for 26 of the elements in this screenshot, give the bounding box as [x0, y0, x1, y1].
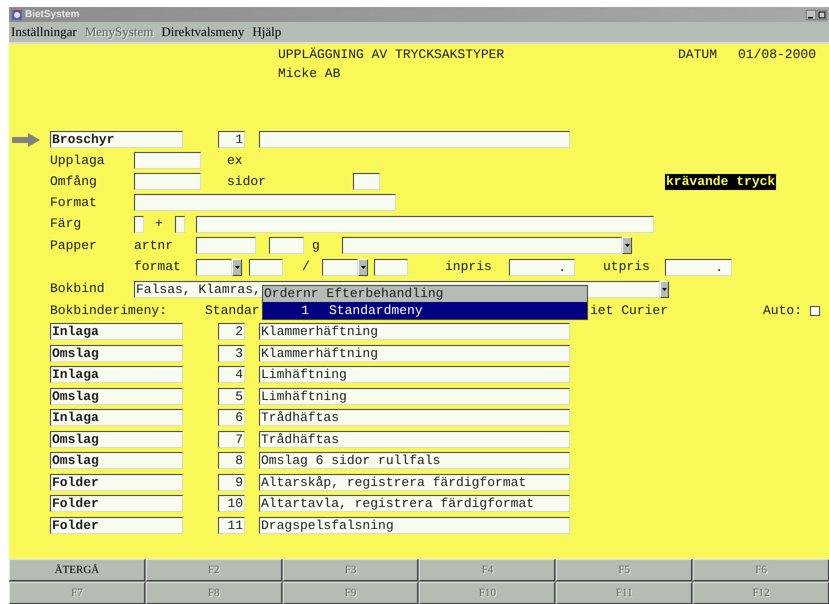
unit-label: sidor [227, 172, 268, 191]
field-label: Omfång [50, 172, 98, 191]
field-label: artnr [134, 236, 174, 255]
field-label: Färg [50, 215, 82, 234]
field-label: inpris [445, 258, 493, 276]
warning-badge: krävande tryck [665, 174, 776, 190]
field-label: Upplaga [50, 152, 106, 170]
field-label: DATUM [678, 46, 718, 64]
field-label: Bokbinderimeny: [50, 302, 168, 320]
field-label: format [134, 258, 182, 276]
window-title: BietSystem [25, 10, 80, 20]
field-label: Papper [50, 236, 98, 255]
slash-separator: / [302, 258, 311, 276]
list-header: Ordernr Efterbehandling [263, 286, 444, 302]
unit-label: g [312, 236, 321, 255]
plus-sign: + [155, 215, 164, 234]
field-label: Format [50, 194, 98, 212]
screen-title: UPPLÄGGNING AV TRYCKSAKSTYPER [278, 46, 506, 64]
company-name: Micke AB [278, 65, 340, 84]
unit-label: ex [227, 152, 243, 170]
menu-value: Standar [205, 302, 261, 320]
field-label: Bokbind [50, 280, 106, 298]
field-label: utpris [603, 258, 651, 276]
date-value: 01/08-2000 [738, 46, 816, 64]
printer-name: iet Curier [590, 302, 668, 320]
field-label: Auto: [762, 302, 802, 320]
